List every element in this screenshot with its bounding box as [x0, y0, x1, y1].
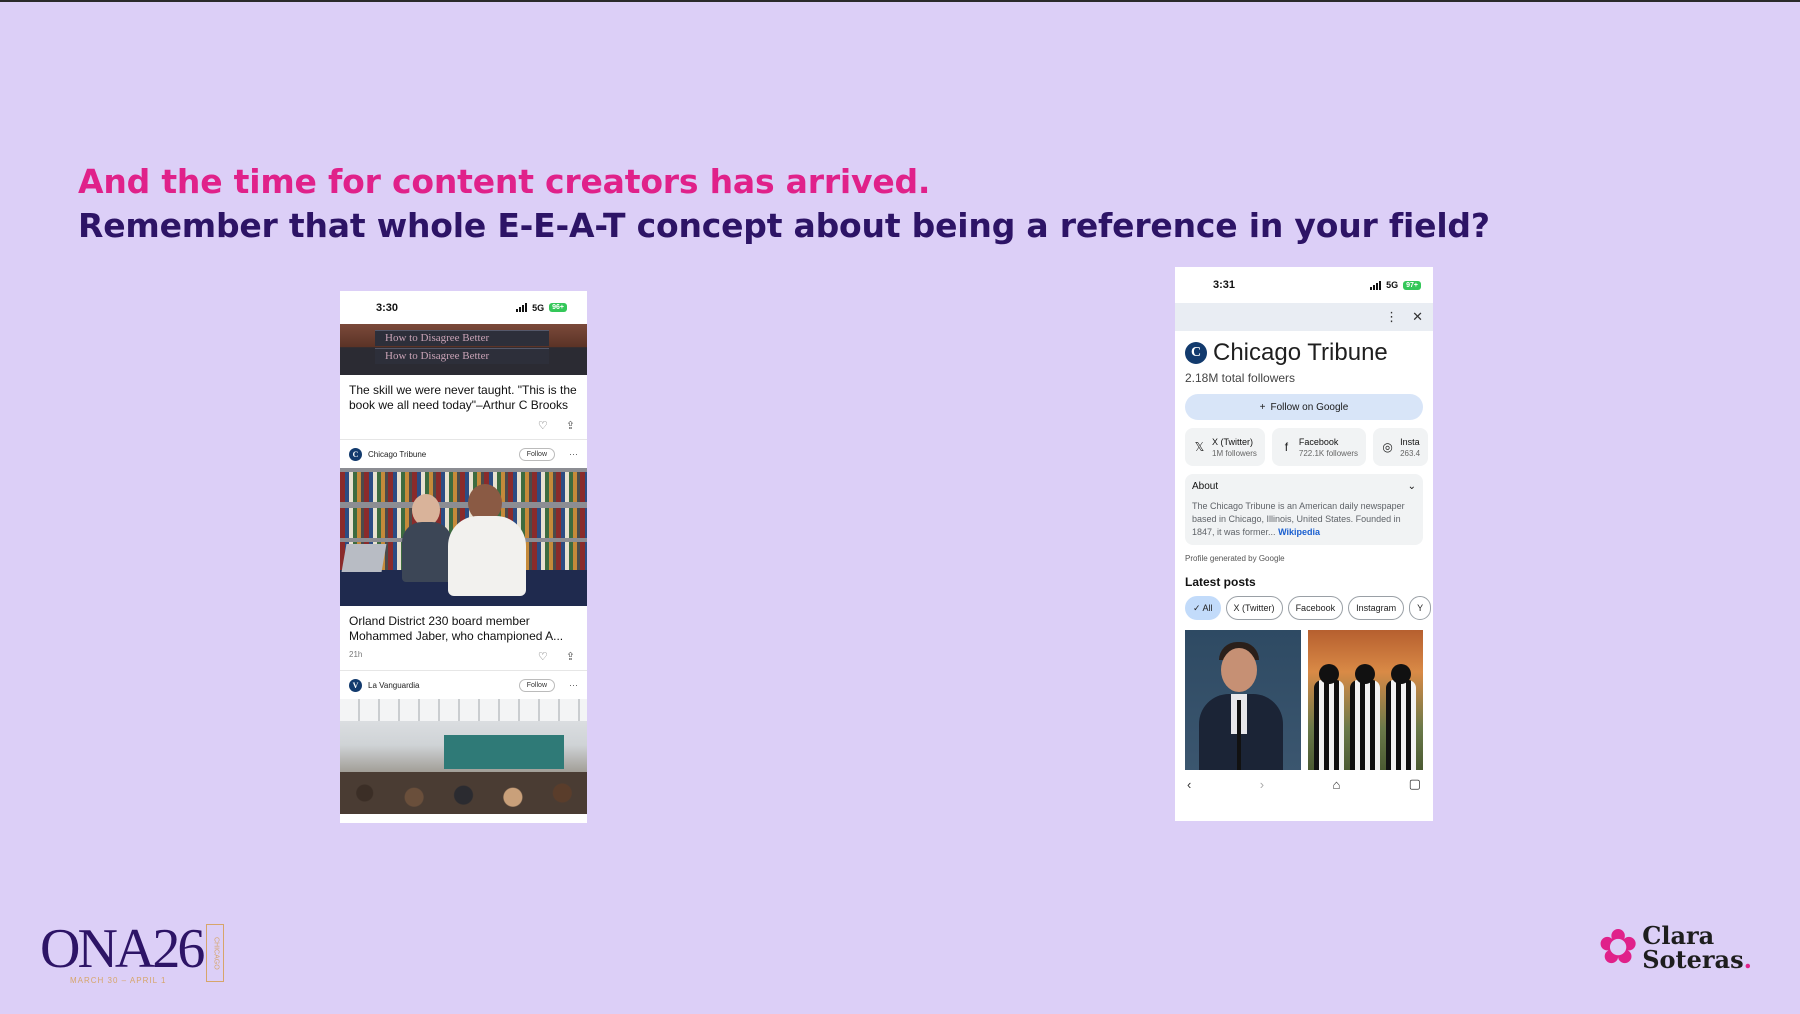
filter-chip-all[interactable]: ✓ All — [1185, 596, 1221, 620]
post-thumbnail[interactable] — [1185, 630, 1301, 770]
heart-icon[interactable]: ♡ — [538, 419, 548, 433]
publisher-name: Chicago Tribune — [1213, 339, 1388, 366]
social-chip-facebook[interactable]: f Facebook 722.1K followers — [1271, 428, 1367, 466]
signal-icon — [1370, 280, 1382, 290]
article-actions: ♡ ⇪ — [340, 413, 587, 433]
flower-logo-icon: ✿ — [1598, 921, 1639, 974]
follow-on-google-label: Follow on Google — [1270, 401, 1349, 413]
kebab-menu-icon[interactable]: ⋮ — [1385, 309, 1398, 325]
social-followers: 1M followers — [1212, 448, 1257, 458]
home-icon[interactable]: ⌂ — [1332, 777, 1340, 792]
follow-button[interactable]: Follow — [518, 678, 555, 692]
profile-generated-note: Profile generated by Google — [1185, 554, 1285, 563]
heart-icon[interactable]: ♡ — [538, 650, 548, 664]
more-options-icon[interactable]: ··· — [569, 680, 578, 690]
filter-chip-instagram[interactable]: Instagram — [1348, 596, 1405, 620]
instagram-icon: ◎ — [1382, 440, 1393, 454]
ona26-city-tag: CHICAGO — [206, 924, 225, 982]
source-row: C Chicago Tribune Follow ··· — [340, 440, 587, 468]
social-name: X (Twitter) — [1212, 436, 1254, 447]
headline-line2: Remember that whole E-E-A-T concept abou… — [78, 206, 1490, 245]
tabs-icon[interactable]: ▢ — [1409, 776, 1421, 792]
x-twitter-icon: 𝕏 — [1194, 440, 1205, 454]
ona26-dates: MARCH 30 – APRIL 1 — [70, 976, 167, 985]
clara-soteras-wordmark: Clara Soteras. — [1642, 921, 1752, 974]
latest-posts-heading: Latest posts — [1185, 575, 1256, 589]
la-vanguardia-logo-icon: V — [349, 678, 362, 692]
plus-icon: + — [1259, 401, 1266, 413]
article-title[interactable]: The skill we were never taught. "This is… — [340, 375, 587, 413]
social-name: Facebook — [1298, 436, 1339, 447]
phone-screenshot-feed: 3:30 5G 96+ How to Disagree Better How t… — [340, 291, 587, 823]
more-options-icon[interactable]: ··· — [569, 449, 578, 459]
chevron-down-icon[interactable]: ⌄ — [1408, 481, 1416, 492]
status-time: 3:31 — [1213, 279, 1236, 291]
about-title: About — [1192, 481, 1219, 492]
article-image-board-meeting[interactable] — [340, 468, 587, 606]
article-title[interactable]: Orland District 230 board member Mohamme… — [340, 606, 587, 644]
follow-on-google-button[interactable]: + Follow on Google — [1185, 394, 1423, 420]
total-followers: 2.18M total followers — [1185, 371, 1296, 385]
phone-screenshot-publisher-profile: 3:31 5G 97+ ⋮ ✕ C Chicago Tribune 2.18M … — [1175, 267, 1433, 821]
book-spine: How to Disagree Better — [375, 348, 549, 364]
follow-button[interactable]: Follow — [518, 447, 555, 461]
article-time: 21h — [349, 650, 363, 659]
source-row: V La Vanguardia Follow ··· — [340, 671, 587, 699]
network-label: 5G — [1386, 280, 1399, 290]
social-chip-instagram[interactable]: ◎ Insta 263.4 — [1373, 428, 1429, 466]
publisher-header: C Chicago Tribune — [1185, 339, 1423, 367]
status-time: 3:30 — [376, 301, 399, 314]
wikipedia-link[interactable]: Wikipedia — [1278, 527, 1320, 537]
browser-nav-bar: ‹ › ⌂ ▢ — [1185, 776, 1423, 792]
sheet-header: ⋮ ✕ — [1175, 303, 1433, 331]
filter-chip-more[interactable]: Y — [1409, 596, 1432, 620]
facebook-icon: f — [1284, 440, 1289, 454]
headline-line1: And the time for content creators has ar… — [78, 162, 931, 201]
share-icon[interactable]: ⇪ — [566, 419, 575, 433]
chicago-tribune-logo-icon: C — [349, 447, 362, 461]
book-spine: How to Disagree Better — [375, 330, 549, 346]
article-actions: 21h ♡ ⇪ — [340, 644, 587, 664]
battery-icon: 96+ — [549, 303, 567, 312]
ona26-logo: ONA26 CHICAGO MARCH 30 – APRIL 1 — [40, 918, 225, 985]
source-name[interactable]: La Vanguardia — [368, 681, 513, 690]
slide: And the time for content creators has ar… — [0, 2, 1800, 1014]
social-followers: 263.4 — [1400, 448, 1421, 458]
filter-chip-twitter[interactable]: X (Twitter) — [1225, 596, 1283, 620]
clara-soteras-logo: ✿ Clara Soteras. — [1598, 922, 1752, 974]
status-bar: 3:31 5G 97+ — [1175, 267, 1433, 303]
signal-icon — [516, 303, 528, 312]
headline: And the time for content creators has ar… — [78, 160, 1490, 248]
back-icon[interactable]: ‹ — [1187, 777, 1191, 792]
about-text: The Chicago Tribune is an American daily… — [1192, 501, 1405, 537]
social-accounts: 𝕏 X (Twitter) 1M followers f Facebook 72… — [1185, 428, 1433, 466]
post-filters: ✓ All X (Twitter) Facebook Instagram Y — [1185, 596, 1433, 620]
social-chip-twitter[interactable]: 𝕏 X (Twitter) 1M followers — [1185, 428, 1265, 466]
social-name: Insta — [1400, 436, 1420, 447]
social-followers: 722.1K followers — [1298, 448, 1359, 458]
post-thumbnail[interactable] — [1307, 630, 1423, 770]
latest-posts-grid — [1185, 630, 1423, 770]
filter-chip-facebook[interactable]: Facebook — [1287, 596, 1344, 620]
article-image-books[interactable]: How to Disagree Better How to Disagree B… — [340, 324, 587, 375]
forward-icon[interactable]: › — [1260, 777, 1264, 792]
chicago-tribune-logo-icon: C — [1185, 342, 1207, 364]
share-icon[interactable]: ⇪ — [566, 650, 575, 664]
article-image-classroom[interactable] — [340, 699, 587, 814]
network-label: 5G — [532, 302, 545, 313]
about-card[interactable]: About ⌄ The Chicago Tribune is an Americ… — [1185, 474, 1423, 545]
source-name[interactable]: Chicago Tribune — [368, 450, 513, 459]
status-bar: 3:30 5G 96+ — [340, 291, 587, 324]
close-icon[interactable]: ✕ — [1412, 309, 1423, 325]
battery-icon: 97+ — [1403, 280, 1421, 290]
ona26-wordmark: ONA26 — [40, 918, 205, 980]
